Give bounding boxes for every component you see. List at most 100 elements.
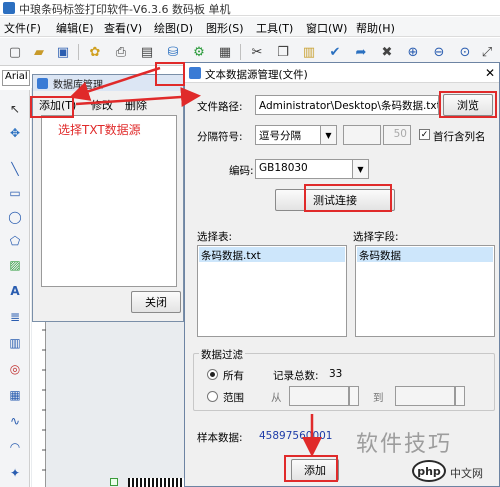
pan-icon[interactable]: ✥ [6, 124, 24, 142]
header-row-checkbox[interactable]: ✓ [419, 129, 430, 140]
header-row-label: 首行含列名 [433, 131, 486, 143]
star-icon[interactable]: ✦ [6, 464, 24, 482]
annotation-highlight-add [30, 96, 74, 118]
selection-handle[interactable] [110, 478, 118, 486]
new-file-icon[interactable]: ▢ [6, 43, 24, 61]
print-icon[interactable]: ⎙ [112, 43, 130, 61]
tables-list[interactable]: 条码数据.txt [197, 245, 347, 337]
toolbar-divider [78, 44, 79, 60]
delimiter-label: 分隔符号: [197, 131, 243, 143]
range-to-input[interactable] [395, 386, 455, 406]
filter-all-radio[interactable] [207, 369, 218, 380]
chevron-down-icon[interactable]: ▼ [352, 160, 368, 178]
annotation-highlight-browse [439, 91, 497, 118]
grid-icon[interactable]: ▦ [216, 43, 234, 61]
ellipse-icon[interactable]: ◯ [6, 208, 24, 226]
image-icon[interactable]: ▨ [6, 256, 24, 274]
menu-shape[interactable]: 图形(S) [206, 20, 244, 36]
watermark-logo-icon: php [412, 460, 446, 482]
vertical-ruler [32, 320, 46, 487]
range-from-label: 从 [271, 392, 282, 404]
filter-range-radio[interactable] [207, 391, 218, 402]
menu-file[interactable]: 文件(F) [4, 20, 41, 36]
close-button[interactable]: 关闭 [131, 291, 181, 313]
record-total-label: 记录总数: [273, 370, 319, 382]
menu-edit[interactable]: 编辑(E) [56, 20, 94, 36]
copy-icon[interactable]: ❐ [274, 43, 292, 61]
delimiter-select[interactable]: 逗号分隔 ▼ [255, 125, 337, 145]
delete-datasource-menu[interactable]: 删除 [125, 97, 147, 113]
delimiter-value: 逗号分隔 [259, 130, 301, 142]
paste-icon[interactable]: ▥ [300, 43, 318, 61]
sample-data-value: 45897560001 [259, 430, 333, 442]
database-window-icon [37, 78, 48, 89]
range-from-spinner[interactable] [349, 386, 359, 406]
polygon-icon[interactable]: ⬠ [6, 232, 24, 250]
zoom-in-icon[interactable]: ⊕ [404, 43, 422, 61]
filter-range-label: 范围 [223, 392, 244, 404]
barcode-icon[interactable]: ▥ [6, 334, 24, 352]
encoding-value: GB18030 [259, 162, 308, 174]
file-path-input[interactable]: Administrator\Desktop\条码数据.txt [255, 95, 439, 115]
menu-tools[interactable]: 工具(T) [256, 20, 293, 36]
menu-bar: 文件(F) 编辑(E) 查看(V) 绘图(D) 图形(S) 工具(T) 窗口(W… [0, 17, 500, 37]
datasource-list[interactable] [41, 115, 177, 287]
menu-help[interactable]: 帮助(H) [356, 20, 395, 36]
list-item[interactable]: 条码数据.txt [199, 247, 345, 262]
tables-label: 选择表: [197, 231, 233, 243]
curve-icon[interactable]: ∿ [6, 412, 24, 430]
app-logo-icon [3, 2, 15, 14]
line-icon[interactable]: ╲ [6, 160, 24, 178]
dialog-title-bar: 文本数据源管理(文件) ✕ [185, 63, 499, 83]
database-manager-title: 数据库管理 [53, 80, 103, 91]
custom-delimiter-input[interactable] [343, 125, 381, 145]
data-wizard-icon[interactable]: ⚙ [190, 43, 208, 61]
edit-datasource-menu[interactable]: 修改 [91, 97, 113, 113]
fullscreen-icon[interactable]: ⤢ [478, 43, 496, 61]
open-folder-icon[interactable]: ▰ [30, 43, 48, 61]
record-total-value: 33 [329, 368, 343, 380]
settings-icon[interactable]: ✿ [86, 43, 104, 61]
encoding-label: 编码: [229, 165, 254, 177]
text-icon[interactable]: A [6, 282, 24, 300]
database-icon[interactable]: ⛁ [164, 43, 182, 61]
menu-draw[interactable]: 绘图(D) [154, 20, 193, 36]
zoom-fit-icon[interactable]: ⊙ [456, 43, 474, 61]
pointer-icon[interactable]: ↖ [6, 100, 24, 118]
qrcode-icon[interactable]: ◎ [6, 360, 24, 378]
arc-icon[interactable]: ◠ [6, 438, 24, 456]
sample-data-label: 样本数据: [197, 432, 243, 444]
rectangle-icon[interactable]: ▭ [6, 184, 24, 202]
zoom-out-icon[interactable]: ⊖ [430, 43, 448, 61]
watermark-text: 软件技巧 [356, 432, 453, 457]
delete-icon[interactable]: ✖ [378, 43, 396, 61]
multiline-text-icon[interactable]: ≣ [6, 308, 24, 326]
range-to-label: 到 [373, 392, 384, 404]
chevron-down-icon[interactable]: ▼ [320, 126, 336, 144]
redo-icon[interactable]: ➦ [352, 43, 370, 61]
table-icon[interactable]: ▦ [6, 386, 24, 404]
dialog-title: 文本数据源管理(文件) [205, 69, 308, 81]
barcode-preview[interactable] [128, 478, 184, 487]
page-setup-icon[interactable]: ▤ [138, 43, 156, 61]
cut-icon[interactable]: ✂ [248, 43, 266, 61]
list-item[interactable]: 条码数据 [357, 247, 493, 262]
save-icon[interactable]: ▣ [54, 43, 72, 61]
left-tool-strip: ↖ ✥ ╲ ▭ ◯ ⬠ ▨ A ≣ ▥ ◎ ▦ ∿ ◠ ✦ [0, 90, 30, 487]
font-family-select[interactable]: Arial [2, 70, 30, 86]
fields-label: 选择字段: [353, 231, 399, 243]
text-datasource-dialog: 文本数据源管理(文件) ✕ 文件路径: Administrator\Deskto… [184, 62, 500, 487]
undo-icon[interactable]: ✔ [326, 43, 344, 61]
delimiter-number-input[interactable]: 50 [383, 125, 411, 145]
menu-view[interactable]: 查看(V) [104, 20, 142, 36]
fields-list[interactable]: 条码数据 [355, 245, 495, 337]
range-from-input[interactable] [289, 386, 349, 406]
dialog-icon [189, 67, 201, 79]
close-icon[interactable]: ✕ [483, 66, 497, 80]
app-title-bar: 中琅条码标签打印软件-V6.3.6 数码板 单机 [0, 0, 500, 16]
encoding-select[interactable]: GB18030 ▼ [255, 159, 369, 179]
menu-window[interactable]: 窗口(W) [306, 20, 347, 36]
range-to-spinner[interactable] [455, 386, 465, 406]
annotation-highlight-test [304, 184, 392, 212]
filter-all-label: 所有 [223, 370, 244, 382]
